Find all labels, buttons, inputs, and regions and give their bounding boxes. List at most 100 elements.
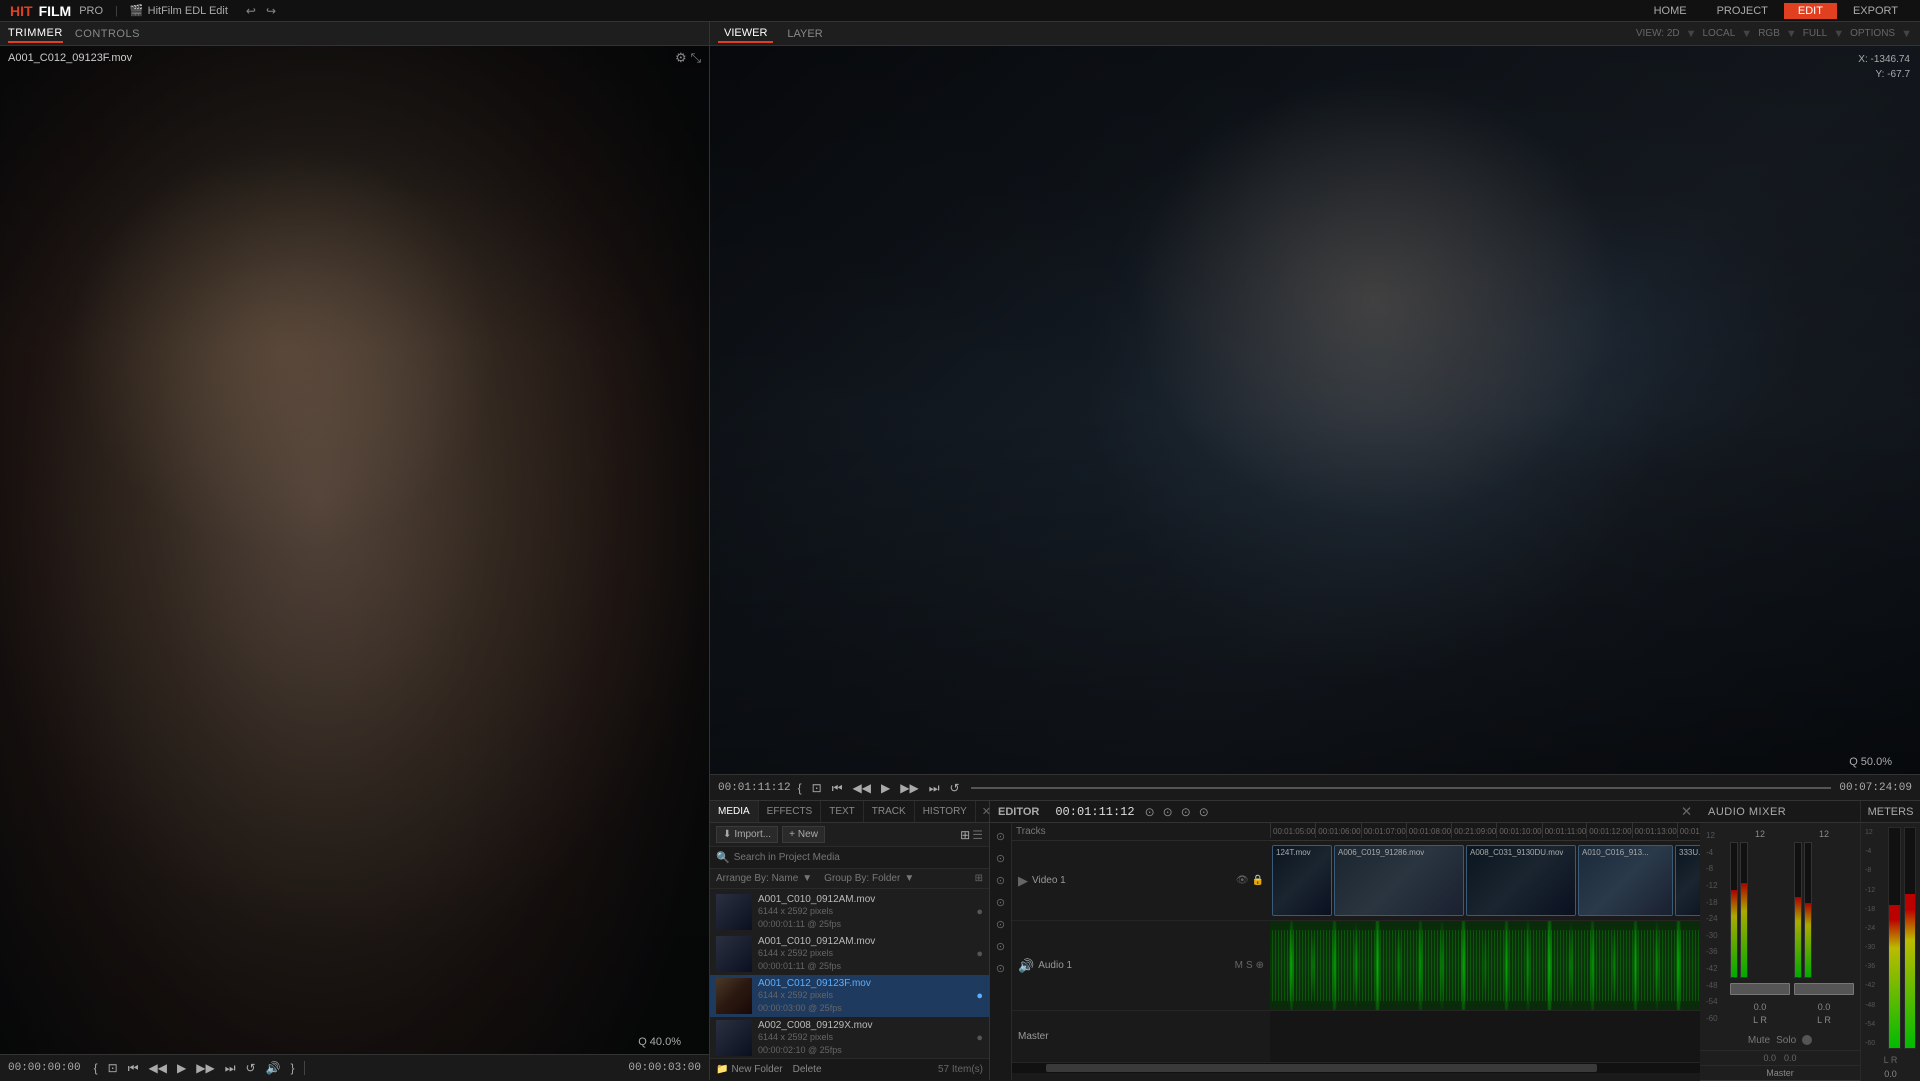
- clip[interactable]: A010_C016_913...: [1578, 845, 1673, 916]
- expand-icon[interactable]: ⤡: [691, 50, 701, 66]
- ruler-mark: 00:01:06:00: [1315, 823, 1360, 838]
- audio-mute-btn[interactable]: M: [1235, 960, 1243, 971]
- nav-edit[interactable]: EDIT: [1784, 3, 1837, 19]
- viewer-tabs-bar: VIEWER LAYER VIEW: 2D ▼ LOCAL ▼ RGB ▼ FU…: [710, 22, 1920, 46]
- audio-keyframe-btn[interactable]: ⊕: [1256, 960, 1264, 971]
- editor-lift[interactable]: ⊙: [1179, 805, 1193, 819]
- fader-knob-1[interactable]: [1730, 983, 1790, 995]
- x-coord: X: -1346.74: [1858, 52, 1910, 67]
- solo-button[interactable]: Solo: [1776, 1035, 1796, 1046]
- new-folder-button[interactable]: 📁 New Folder: [716, 1064, 783, 1075]
- import-button[interactable]: ⬇ Import...: [716, 826, 778, 843]
- timeline-tool-3[interactable]: ⊙: [992, 871, 1010, 889]
- prev-frame-btn[interactable]: ⏮: [125, 1061, 142, 1075]
- media-action-btn[interactable]: ●: [976, 906, 983, 918]
- timeline-tool-6[interactable]: ⊙: [992, 937, 1010, 955]
- step-fwd-btn[interactable]: ▶▶: [193, 1061, 217, 1075]
- main-meter-r: [1904, 827, 1917, 1049]
- timeline-scrollbar[interactable]: [1012, 1063, 1700, 1073]
- tab-trimmer[interactable]: TRIMMER: [8, 25, 63, 43]
- group-label: Group By: Folder: [824, 873, 900, 884]
- search-input[interactable]: [734, 852, 983, 863]
- mark-out-btn[interactable]: }: [288, 1061, 298, 1075]
- viewer-loop[interactable]: ↺: [947, 781, 963, 795]
- media-tab-effects[interactable]: EFFECTS: [759, 801, 822, 822]
- new-media-button[interactable]: + New: [782, 826, 825, 843]
- mixer-channel-2-label: 12: [1819, 829, 1829, 839]
- play-btn[interactable]: ▶: [174, 1061, 189, 1075]
- timeline-tool-4[interactable]: ⊙: [992, 893, 1010, 911]
- mute-button[interactable]: Mute: [1748, 1035, 1770, 1046]
- editor-close-btn[interactable]: ✕: [1681, 804, 1692, 820]
- editor-mark-out[interactable]: ⊙: [1161, 805, 1175, 819]
- step-back-btn[interactable]: ◀◀: [146, 1061, 170, 1075]
- viewer-next[interactable]: ⏭: [926, 781, 943, 795]
- audio-solo-btn[interactable]: S: [1246, 960, 1253, 971]
- list-item[interactable]: A002_C008_09129X.mov 6144 x 2592 pixels …: [710, 1017, 989, 1058]
- media-item-meta2: 00:00:02:10 @ 25fps: [758, 1044, 970, 1057]
- timeline-tool-5[interactable]: ⊙: [992, 915, 1010, 933]
- nav-home[interactable]: HOME: [1640, 3, 1701, 19]
- media-action-btn-selected[interactable]: ●: [976, 990, 983, 1002]
- list-item[interactable]: A001_C010_0912AM.mov 6144 x 2592 pixels …: [710, 891, 989, 933]
- editor-header: EDITOR 00:01:11:12 ⊙ ⊙ ⊙ ⊙ ✕: [990, 801, 1700, 823]
- editor-ripple[interactable]: ⊙: [1197, 805, 1211, 819]
- grid-view-btn[interactable]: ⊞: [960, 828, 970, 842]
- fader-knob-2[interactable]: [1794, 983, 1854, 995]
- editor-mark-in[interactable]: ⊙: [1143, 805, 1157, 819]
- tab-layer[interactable]: LAYER: [781, 26, 828, 42]
- arrange-icon[interactable]: ⊞: [975, 873, 983, 884]
- track-lock-btn[interactable]: 🔒: [1252, 875, 1264, 886]
- bottom-area: MEDIA EFFECTS TEXT TRACK HISTORY ✕ ⬇ Imp…: [710, 800, 1920, 1080]
- meter-bar-l2: [1794, 842, 1802, 978]
- next-frame-btn[interactable]: ⏭: [222, 1061, 239, 1075]
- nav-export[interactable]: EXPORT: [1839, 3, 1912, 19]
- arrange-dropdown-icon[interactable]: ▼: [802, 873, 812, 884]
- media-tab-text[interactable]: TEXT: [821, 801, 864, 822]
- lr-label-1: L R: [1753, 1015, 1767, 1025]
- timeline-tool-2[interactable]: ⊙: [992, 849, 1010, 867]
- mark-in-btn[interactable]: {: [91, 1061, 101, 1075]
- list-view-btn[interactable]: ☰: [972, 828, 983, 842]
- nav-project[interactable]: PROJECT: [1703, 3, 1782, 19]
- media-tab-history[interactable]: HISTORY: [915, 801, 976, 822]
- media-action-btn[interactable]: ●: [976, 948, 983, 960]
- viewer-step-fwd[interactable]: ▶▶: [897, 781, 921, 795]
- media-tab-track[interactable]: TRACK: [864, 801, 915, 822]
- track-visibility-btn[interactable]: 👁: [1236, 875, 1249, 886]
- audio-btn[interactable]: 🔊: [263, 1061, 284, 1075]
- viewer-play[interactable]: ▶: [878, 781, 893, 795]
- list-item[interactable]: A001_C012_09123F.mov 6144 x 2592 pixels …: [710, 975, 989, 1017]
- timeline-scroll-thumb[interactable]: [1046, 1064, 1596, 1072]
- viewer-snap[interactable]: ⊡: [809, 781, 825, 795]
- viewer-step-back[interactable]: ◀◀: [850, 781, 874, 795]
- viewer-prev[interactable]: ⏮: [829, 781, 846, 795]
- timeline-scroll-btn[interactable]: ⊙: [992, 959, 1010, 977]
- snap-btn[interactable]: ⊡: [105, 1061, 121, 1075]
- clip[interactable]: A008_C031_9130DU.mov: [1466, 845, 1576, 916]
- list-item[interactable]: A001_C010_0912AM.mov 6144 x 2592 pixels …: [710, 933, 989, 975]
- meters-db-labels: 12 -4 -8 -12 -18 -24 -30 -36 -42 -48 -54…: [1865, 827, 1885, 1049]
- film-icon: 🎬: [130, 4, 144, 17]
- settings-icon[interactable]: ⚙: [675, 50, 687, 66]
- editor-panel: EDITOR 00:01:11:12 ⊙ ⊙ ⊙ ⊙ ✕ ⊙ ⊙: [990, 801, 1700, 1080]
- media-tab-media[interactable]: MEDIA: [710, 801, 759, 822]
- clip[interactable]: A006_C019_91286.mov: [1334, 845, 1464, 916]
- viewer-scrubber[interactable]: [971, 787, 1832, 789]
- media-action-btn[interactable]: ●: [976, 1032, 983, 1044]
- undo-button[interactable]: ↩: [244, 4, 258, 18]
- audio-mixer-panel: AUDIO MIXER 12 -4 -8 -12 -18 -24 -30 -36: [1700, 801, 1860, 1081]
- tab-viewer[interactable]: VIEWER: [718, 25, 773, 43]
- viewer-mark-in[interactable]: {: [795, 781, 805, 795]
- audio-track-icon: 🔊: [1018, 958, 1034, 974]
- video-track-content: 124T.mov A006_C019_91286.mov A008_C031_9…: [1270, 841, 1700, 921]
- tab-controls[interactable]: CONTROLS: [75, 26, 140, 42]
- clip[interactable]: 124T.mov: [1272, 845, 1332, 916]
- group-dropdown-icon[interactable]: ▼: [904, 873, 914, 884]
- y-coord: Y: -67.7: [1858, 67, 1910, 82]
- timeline-tool-1[interactable]: ⊙: [992, 827, 1010, 845]
- delete-media-button[interactable]: Delete: [793, 1064, 822, 1075]
- redo-button[interactable]: ↪: [264, 4, 278, 18]
- clip[interactable]: 333U.mov: [1675, 845, 1700, 916]
- loop-btn[interactable]: ↺: [243, 1061, 259, 1075]
